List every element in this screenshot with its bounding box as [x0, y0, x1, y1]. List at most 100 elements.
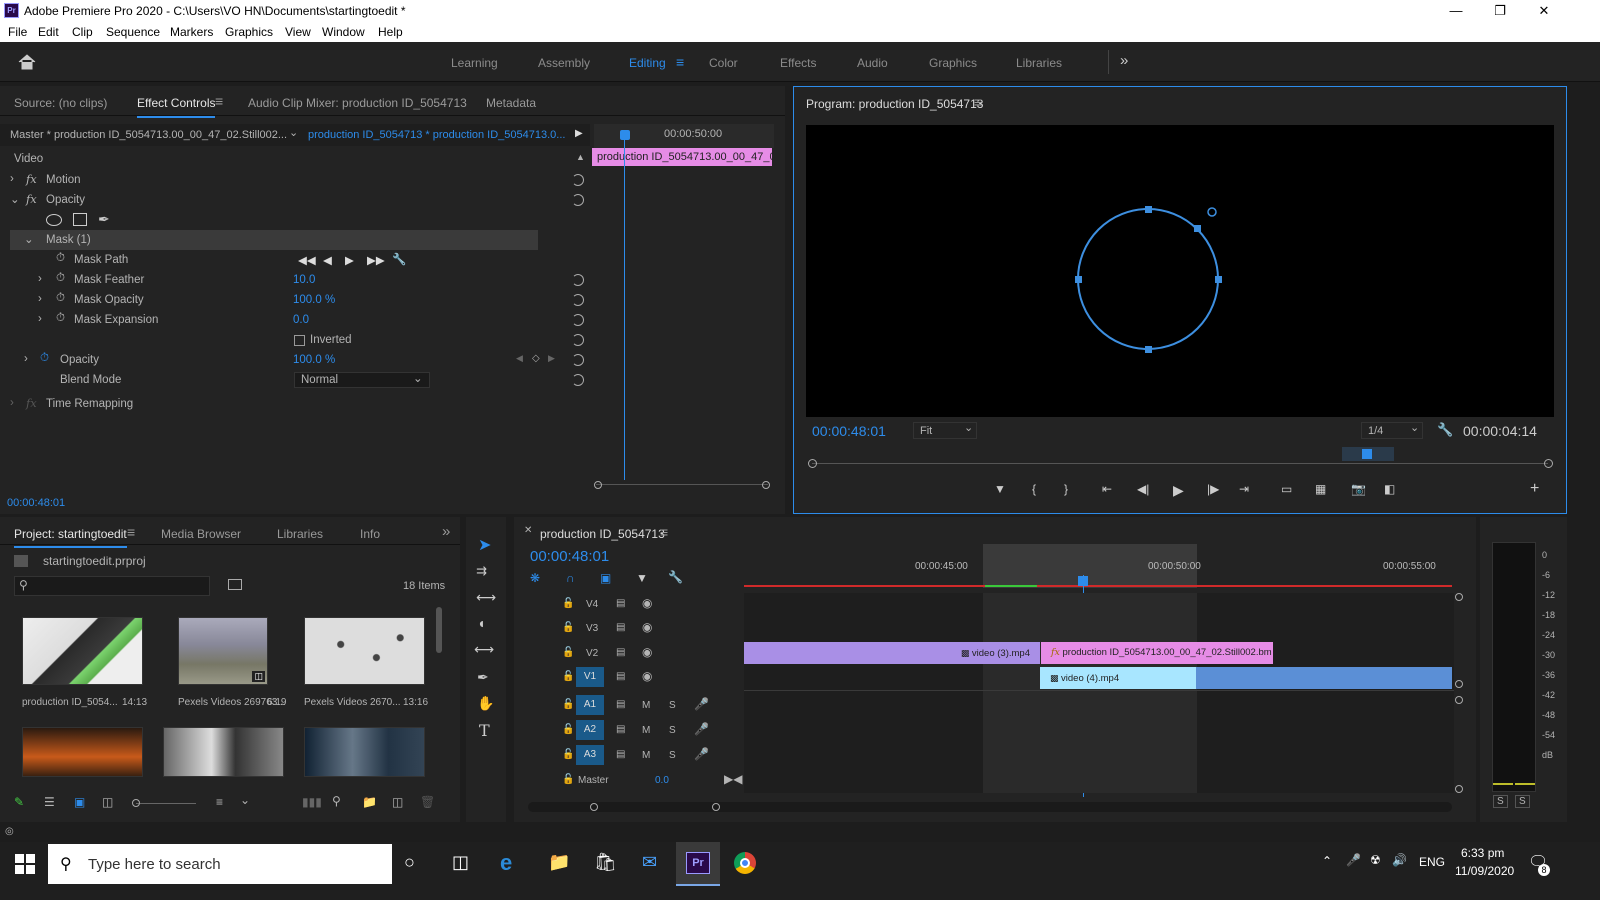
lock-icon[interactable]: 🔓	[562, 774, 574, 785]
new-item-icon[interactable]: ◫	[392, 795, 403, 809]
sequence-clip-label[interactable]: production ID_5054713 * production ID_50…	[308, 129, 565, 141]
sync-lock-icon[interactable]: ▤	[616, 598, 625, 609]
sync-lock-icon[interactable]: ▤	[616, 647, 625, 658]
home-icon[interactable]	[18, 54, 36, 70]
item-name[interactable]: production ID_5054...	[22, 697, 118, 708]
mask-feather-value[interactable]: 10.0	[293, 274, 315, 286]
master-value[interactable]: 0.0	[655, 775, 669, 786]
icon-view-icon[interactable]: ▣	[74, 795, 85, 809]
item-name[interactable]: Pexels Videos 2670...	[304, 697, 401, 708]
workspace-libraries[interactable]: Libraries	[1016, 56, 1062, 70]
cortana-icon[interactable]: ○	[404, 852, 415, 873]
fx-icon[interactable]: fx	[26, 172, 37, 186]
more-workspaces-icon[interactable]: »	[1120, 52, 1128, 69]
track-target-a1[interactable]: A1	[576, 695, 604, 715]
expand-arrow-icon[interactable]: ›	[38, 273, 42, 285]
expand-arrow-icon[interactable]: ›	[10, 173, 14, 185]
reset-icon[interactable]	[572, 354, 584, 366]
sort-icon[interactable]: ≡	[216, 795, 223, 809]
row-mask[interactable]: ⌄ Mask (1)	[10, 230, 538, 250]
program-playhead[interactable]	[1362, 449, 1372, 459]
menu-markers[interactable]: Markers	[170, 25, 213, 39]
nest-icon[interactable]: ❋	[530, 571, 540, 585]
go-to-end-icon[interactable]: ▶◀	[724, 772, 742, 786]
workspace-learning[interactable]: Learning	[451, 56, 498, 70]
windows-start-icon[interactable]	[15, 854, 35, 874]
expand-arrow-icon[interactable]: ›	[10, 397, 14, 409]
menu-graphics[interactable]: Graphics	[225, 25, 273, 39]
lift-icon[interactable]: ▭	[1281, 482, 1292, 496]
microphone-icon[interactable]: 🎤	[694, 747, 709, 761]
tab-metadata[interactable]: Metadata	[486, 96, 536, 110]
reset-icon[interactable]	[572, 374, 584, 386]
microphone-icon[interactable]: 🎤	[694, 697, 709, 711]
solo-button[interactable]: S	[669, 700, 676, 711]
tab-libraries[interactable]: Libraries	[277, 527, 323, 541]
resolution-select[interactable]: 1/4 ⌄	[1361, 422, 1423, 439]
mask-vertex[interactable]	[1145, 346, 1152, 353]
reset-icon[interactable]	[572, 314, 584, 326]
step-forward-icon[interactable]: |▶	[1207, 482, 1219, 496]
microphone-tray-icon[interactable]: 🎤	[1346, 853, 1361, 867]
store-icon[interactable]: 🛍	[594, 852, 617, 873]
zoom-slider[interactable]	[136, 803, 196, 804]
selection-tool-icon[interactable]: ➤	[478, 535, 491, 555]
clip-video4-tail[interactable]	[1196, 667, 1452, 689]
wifi-icon[interactable]: ☢	[1370, 853, 1381, 867]
row-motion[interactable]: › fx Motion	[10, 170, 590, 190]
panel-menu-icon[interactable]: ≡	[215, 93, 223, 109]
track-backward-icon[interactable]: ◀◀	[298, 253, 316, 267]
workspace-graphics[interactable]: Graphics	[929, 56, 977, 70]
add-keyframe-icon[interactable]: ◇	[532, 353, 540, 364]
panel-menu-icon[interactable]: ≡	[974, 94, 982, 110]
thumbnail[interactable]	[304, 727, 425, 777]
stopwatch-icon[interactable]: ⏱	[56, 272, 65, 285]
menu-file[interactable]: File	[8, 25, 27, 39]
reset-icon[interactable]	[572, 174, 584, 186]
mask-feather-handle[interactable]	[1207, 207, 1217, 217]
panel-menu-icon[interactable]: ≡	[660, 524, 668, 540]
volume-icon[interactable]: 🔊	[1392, 853, 1407, 867]
workspace-audio[interactable]: Audio	[857, 56, 888, 70]
go-to-in-icon[interactable]: ⇤	[1102, 482, 1112, 496]
mark-out-icon[interactable]: }	[1064, 482, 1068, 496]
menu-sequence[interactable]: Sequence	[106, 25, 160, 39]
maximize-icon[interactable]: ❐	[1478, 0, 1522, 22]
row-time-remapping[interactable]: › fx Time Remapping	[10, 394, 590, 414]
track-forward-icon[interactable]: ▶▶	[367, 253, 385, 267]
solo-right-button[interactable]: S	[1515, 795, 1530, 808]
reset-icon[interactable]	[572, 274, 584, 286]
fx-icon[interactable]: fx	[26, 192, 37, 206]
close-sequence-icon[interactable]: ✕	[524, 525, 532, 536]
snap-magnet-icon[interactable]: ∩	[566, 571, 575, 585]
zoom-handle-right[interactable]	[762, 481, 770, 489]
ec-timecode[interactable]: 00:00:48:01	[7, 497, 65, 509]
language-indicator[interactable]: ENG	[1419, 855, 1445, 869]
comparison-view-icon[interactable]: ◧	[1384, 482, 1395, 496]
hscroll-handle-left[interactable]	[590, 803, 598, 811]
pen-mask-icon[interactable]: ✒	[98, 211, 110, 228]
new-bin-icon[interactable]: 📁	[362, 795, 377, 809]
slip-tool-icon[interactable]: ⟷	[474, 641, 494, 658]
expand-arrow-icon[interactable]: ›	[38, 313, 42, 325]
panel-menu-icon[interactable]: ≡	[127, 524, 135, 540]
mute-button[interactable]: M	[642, 700, 650, 711]
menu-help[interactable]: Help	[378, 25, 403, 39]
sync-lock-icon[interactable]: ▤	[616, 622, 625, 633]
mask-vertex[interactable]	[1215, 276, 1222, 283]
program-scrubber[interactable]	[812, 463, 1548, 464]
workspace-effects[interactable]: Effects	[780, 56, 816, 70]
task-view-icon[interactable]: ◫	[452, 852, 469, 873]
tab-media-browser[interactable]: Media Browser	[161, 527, 241, 541]
ec-mini-ruler[interactable]: 00:00:50:00	[594, 124, 774, 148]
mail-icon[interactable]: ✉	[642, 852, 657, 873]
menu-edit[interactable]: Edit	[38, 25, 59, 39]
thumbnail[interactable]	[304, 617, 425, 685]
solo-left-button[interactable]: S	[1493, 795, 1508, 808]
track-forward-one-icon[interactable]: ▶	[345, 253, 354, 267]
collapse-arrow-icon[interactable]: ⌄	[24, 232, 34, 246]
clock-date[interactable]: 11/09/2020	[1455, 864, 1514, 878]
tab-source[interactable]: Source: (no clips)	[14, 96, 107, 110]
track-backward-one-icon[interactable]: ◀	[323, 253, 332, 267]
pencil-icon[interactable]: ✎	[14, 795, 24, 809]
